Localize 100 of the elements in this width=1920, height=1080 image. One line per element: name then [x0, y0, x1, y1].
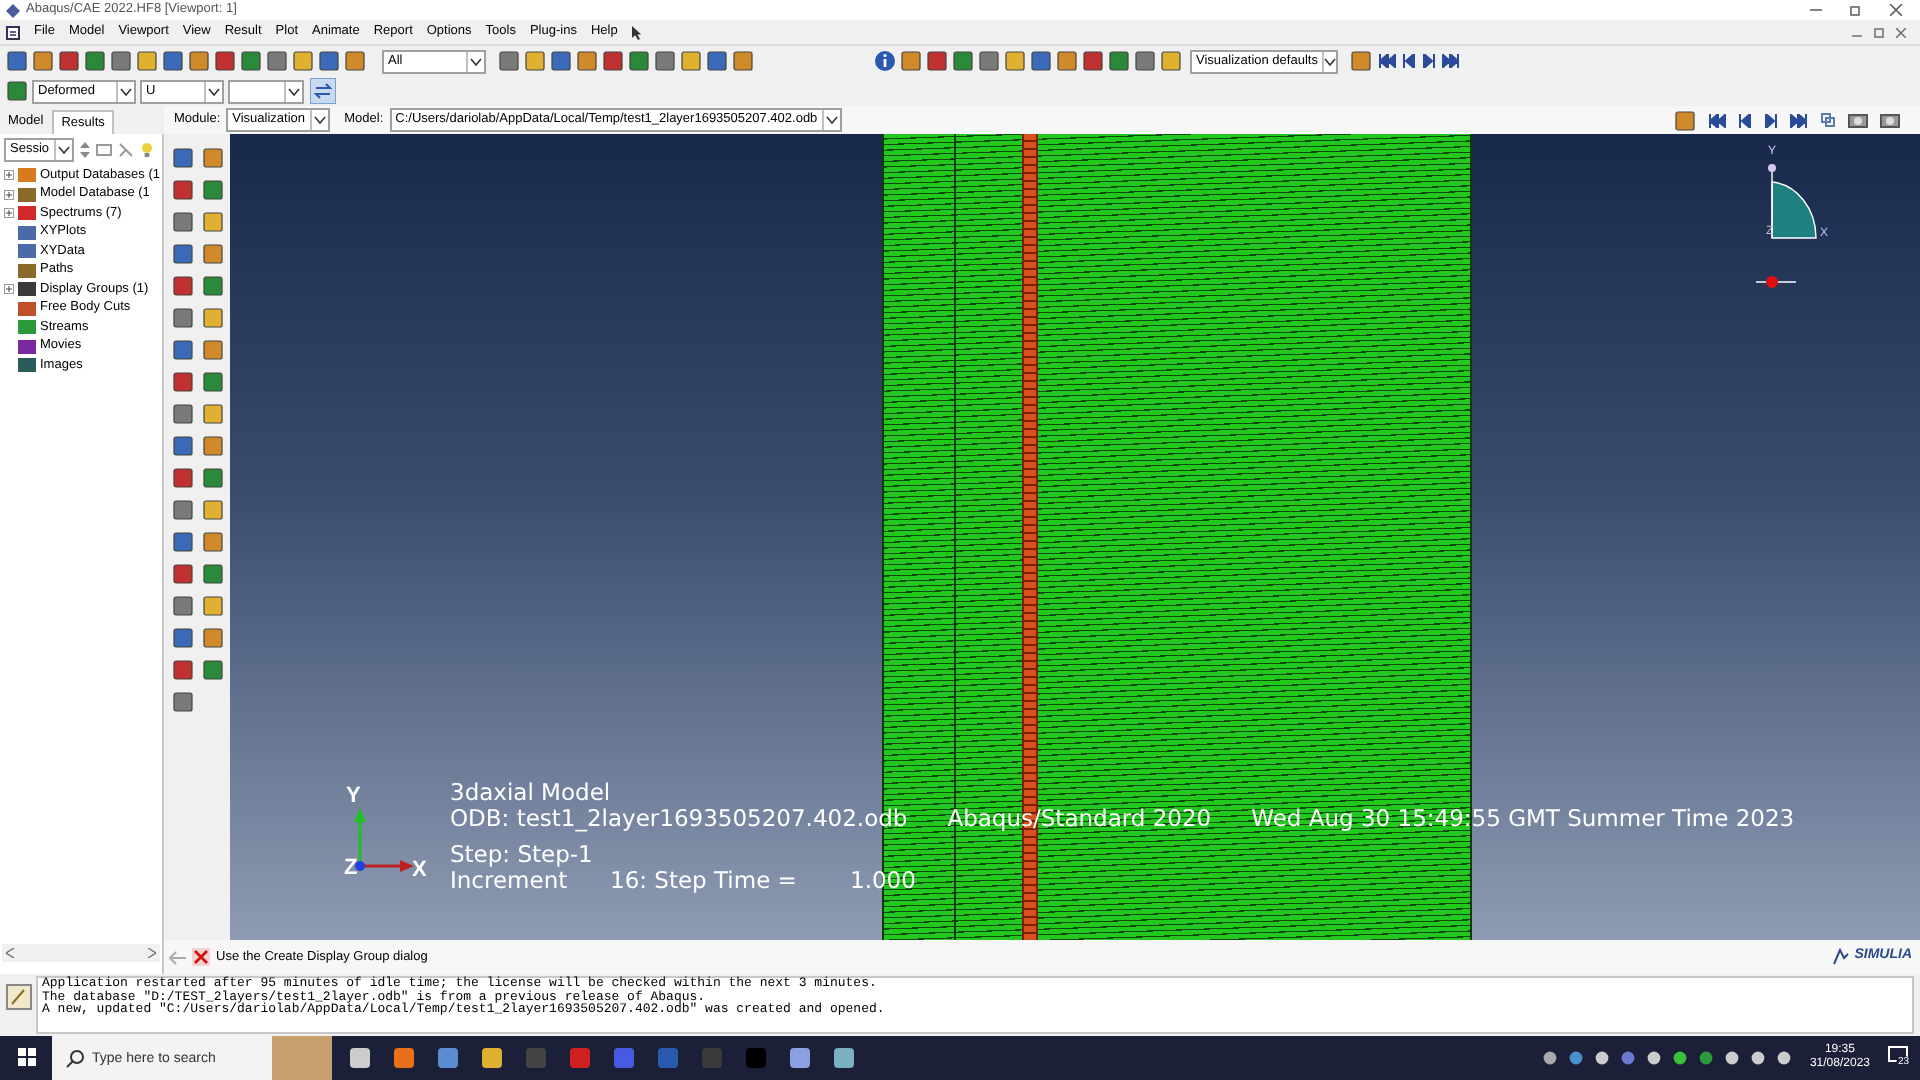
- toolbar-icon[interactable]: [292, 50, 314, 72]
- toolbar-icon[interactable]: [6, 50, 28, 72]
- sync-arrows-icon[interactable]: [310, 78, 336, 104]
- toolbar-icon[interactable]: [32, 50, 54, 72]
- toolbox-icon[interactable]: [172, 338, 194, 362]
- toolbox-icon[interactable]: [172, 594, 194, 618]
- toolbox-icon[interactable]: [172, 370, 194, 394]
- toolbox-icon[interactable]: [201, 562, 223, 586]
- toolbox-icon[interactable]: [201, 274, 223, 298]
- expand-icon[interactable]: [4, 189, 14, 199]
- tree-tool-icon[interactable]: [117, 142, 134, 158]
- taskbar-app-icon[interactable]: [832, 1046, 856, 1070]
- close-icon[interactable]: [1890, 4, 1902, 16]
- toolbox-icon[interactable]: [201, 658, 223, 682]
- expand-icon[interactable]: [4, 208, 14, 218]
- previous-frame-icon[interactable]: [1402, 54, 1416, 68]
- toolbar-icon[interactable]: [680, 50, 702, 72]
- toolbox-icon[interactable]: [201, 530, 223, 554]
- toolbox-icon[interactable]: [172, 498, 194, 522]
- toolbox-icon[interactable]: [201, 306, 223, 330]
- toolbar-icon[interactable]: [1082, 50, 1104, 72]
- next-frame-icon[interactable]: [1422, 54, 1436, 68]
- toolbar-icon[interactable]: [1004, 50, 1026, 72]
- toolbar-icon[interactable]: [900, 50, 922, 72]
- taskbar-app-icon[interactable]: [480, 1046, 504, 1070]
- toolbar-icon[interactable]: [162, 50, 184, 72]
- cancel-icon[interactable]: [192, 948, 210, 966]
- toolbar-icon[interactable]: [84, 50, 106, 72]
- toolbar-icon[interactable]: [136, 50, 158, 72]
- toolbox-icon[interactable]: [172, 306, 194, 330]
- toolbar-icon[interactable]: [550, 50, 572, 72]
- toolbox-icon[interactable]: [172, 274, 194, 298]
- toolbar-icon[interactable]: [1134, 50, 1156, 72]
- taskbar-app-icon[interactable]: [392, 1046, 416, 1070]
- restore-icon[interactable]: [1874, 27, 1884, 37]
- toolbox-icon[interactable]: [201, 146, 223, 170]
- toolbox-icon[interactable]: [201, 178, 223, 202]
- toolbox-icon[interactable]: [201, 626, 223, 650]
- taskbar-app-icon[interactable]: [348, 1046, 372, 1070]
- minimize-icon[interactable]: [1810, 4, 1822, 16]
- toolbar-icon[interactable]: [524, 50, 546, 72]
- toolbar-icon[interactable]: [344, 50, 366, 72]
- last-frame-icon[interactable]: [1790, 113, 1808, 127]
- toolbar-icon[interactable]: [732, 50, 754, 72]
- toolbar-icon[interactable]: [266, 50, 288, 72]
- toolbar-icon[interactable]: [240, 50, 262, 72]
- first-frame-icon[interactable]: [1378, 54, 1396, 68]
- toolbox-icon[interactable]: [201, 434, 223, 458]
- toolbar-icon[interactable]: [1056, 50, 1078, 72]
- scroll-right-icon[interactable]: [148, 948, 156, 958]
- toolbox-icon[interactable]: [172, 402, 194, 426]
- toolbar-icon[interactable]: [58, 50, 80, 72]
- toolbox-icon[interactable]: [201, 498, 223, 522]
- horizontal-scrollbar[interactable]: [2, 944, 160, 962]
- toolbox-icon[interactable]: [172, 626, 194, 650]
- toolbar-icon[interactable]: [110, 50, 132, 72]
- toolbox-icon[interactable]: [201, 466, 223, 490]
- toolbox-icon[interactable]: [172, 434, 194, 458]
- notification-icon[interactable]: [1888, 1046, 1908, 1064]
- toolbar-icon[interactable]: [952, 50, 974, 72]
- toolbar-icon[interactable]: [318, 50, 340, 72]
- toolbar-icon[interactable]: [628, 50, 650, 72]
- first-frame-icon[interactable]: [1708, 113, 1726, 127]
- toolbox-icon[interactable]: [172, 562, 194, 586]
- message-area-icon[interactable]: [6, 984, 32, 1010]
- plot-state-icon[interactable]: [6, 80, 28, 102]
- close-icon[interactable]: [1896, 27, 1906, 37]
- toolbox-icon[interactable]: [172, 658, 194, 682]
- toolbar-icon[interactable]: [1350, 50, 1372, 72]
- toolbar-icon[interactable]: [978, 50, 1000, 72]
- toolbox-icon[interactable]: [172, 210, 194, 234]
- expand-icon[interactable]: [4, 284, 14, 294]
- last-frame-icon[interactable]: [1442, 54, 1460, 68]
- toolbar-icon[interactable]: [1160, 50, 1182, 72]
- next-frame-icon[interactable]: [1764, 113, 1778, 127]
- toolbox-icon[interactable]: [172, 242, 194, 266]
- info-icon[interactable]: [874, 50, 896, 72]
- up-down-icon[interactable]: [79, 142, 90, 158]
- toolbar-icon[interactable]: [602, 50, 624, 72]
- toolbox-icon[interactable]: [172, 178, 194, 202]
- taskbar-app-icon[interactable]: [436, 1046, 460, 1070]
- sync-icon[interactable]: [1820, 112, 1836, 128]
- taskbar-app-icon[interactable]: [788, 1046, 812, 1070]
- toolbar-icon[interactable]: [214, 50, 236, 72]
- toolbox-icon[interactable]: [201, 210, 223, 234]
- toolbox-icon[interactable]: [172, 466, 194, 490]
- scroll-left-icon[interactable]: [6, 948, 14, 958]
- tree-filter-icon[interactable]: [95, 142, 112, 158]
- toolbox-icon[interactable]: [172, 690, 194, 714]
- toolbox-icon[interactable]: [172, 530, 194, 554]
- toolbar-icon[interactable]: [576, 50, 598, 72]
- toolbox-icon[interactable]: [201, 402, 223, 426]
- toolbar-icon[interactable]: [1674, 109, 1696, 131]
- toolbox-icon[interactable]: [201, 594, 223, 618]
- toolbox-icon[interactable]: [201, 242, 223, 266]
- camera-icon[interactable]: [1880, 112, 1900, 128]
- camera-icon[interactable]: [1848, 112, 1868, 128]
- toolbar-icon[interactable]: [498, 50, 520, 72]
- toolbox-icon[interactable]: [172, 146, 194, 170]
- toolbar-icon[interactable]: [926, 50, 948, 72]
